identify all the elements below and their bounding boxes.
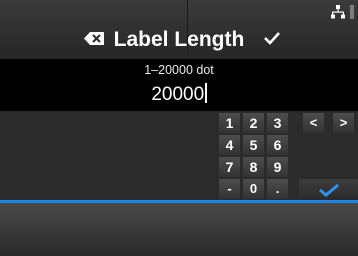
range-label: 1–20000 dot bbox=[0, 59, 358, 81]
text-cursor bbox=[205, 83, 207, 103]
footer bbox=[0, 203, 358, 256]
key-dot[interactable]: . bbox=[267, 179, 288, 199]
key-8[interactable]: 8 bbox=[243, 157, 264, 177]
backspace-icon bbox=[84, 32, 104, 45]
key-3[interactable]: 3 bbox=[267, 113, 288, 133]
key-5[interactable]: 5 bbox=[243, 135, 264, 155]
key-4[interactable]: 4 bbox=[219, 135, 240, 155]
ok-button[interactable] bbox=[188, 0, 358, 53]
backspace-button[interactable] bbox=[0, 0, 187, 53]
key-7[interactable]: 7 bbox=[219, 157, 240, 177]
key-2[interactable]: 2 bbox=[243, 113, 264, 133]
key-0[interactable]: 0 bbox=[243, 179, 264, 199]
checkmark-icon bbox=[264, 32, 280, 45]
key-cursor-right[interactable]: > bbox=[333, 113, 354, 133]
key-6[interactable]: 6 bbox=[267, 135, 288, 155]
key-cursor-left[interactable]: < bbox=[303, 113, 324, 133]
key-1[interactable]: 1 bbox=[219, 113, 240, 133]
key-minus[interactable]: - bbox=[219, 179, 240, 199]
key-9[interactable]: 9 bbox=[267, 157, 288, 177]
value-text: 20000 bbox=[151, 84, 205, 105]
value-field[interactable]: 20000 bbox=[0, 81, 358, 111]
keypad-confirm-button[interactable] bbox=[299, 179, 358, 200]
checkmark-icon bbox=[319, 183, 339, 197]
